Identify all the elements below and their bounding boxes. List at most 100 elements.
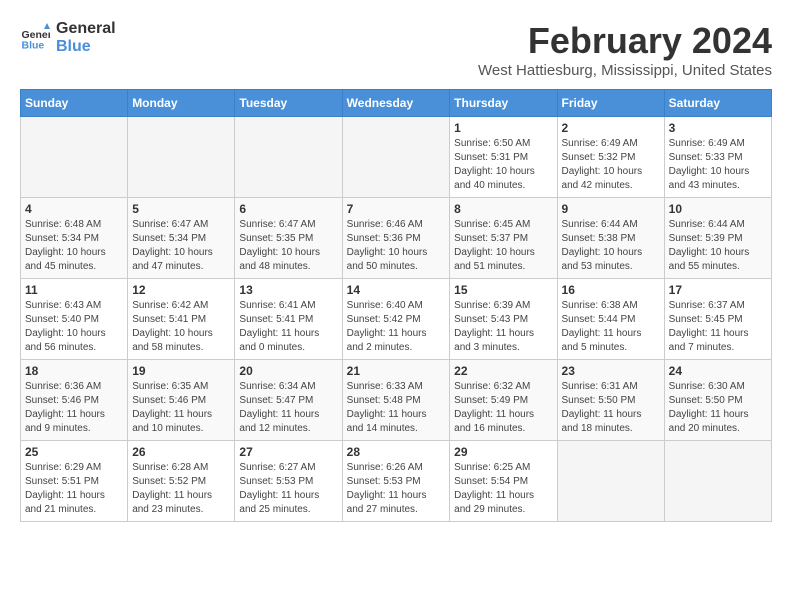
day-detail: Sunrise: 6:48 AM Sunset: 5:34 PM Dayligh… (25, 218, 123, 274)
day-number: 22 (454, 364, 552, 378)
day-detail: Sunrise: 6:28 AM Sunset: 5:52 PM Dayligh… (132, 461, 230, 517)
calendar-cell: 25 Sunrise: 6:29 AM Sunset: 5:51 PM Dayli… (21, 441, 128, 522)
calendar-cell (235, 117, 342, 198)
day-number: 20 (239, 364, 337, 378)
calendar-cell: 1 Sunrise: 6:50 AM Sunset: 5:31 PM Daylig… (450, 117, 557, 198)
day-number: 6 (239, 202, 337, 216)
day-number: 23 (562, 364, 660, 378)
calendar-cell: 5 Sunrise: 6:47 AM Sunset: 5:34 PM Daylig… (128, 198, 235, 279)
day-number: 2 (562, 121, 660, 135)
calendar-cell: 11 Sunrise: 6:43 AM Sunset: 5:40 PM Dayli… (21, 279, 128, 360)
day-number: 4 (25, 202, 123, 216)
day-number: 14 (347, 283, 446, 297)
calendar-cell: 17 Sunrise: 6:37 AM Sunset: 5:45 PM Dayli… (664, 279, 771, 360)
day-detail: Sunrise: 6:47 AM Sunset: 5:34 PM Dayligh… (132, 218, 230, 274)
day-number: 10 (669, 202, 767, 216)
day-detail: Sunrise: 6:40 AM Sunset: 5:42 PM Dayligh… (347, 299, 446, 355)
day-number: 7 (347, 202, 446, 216)
calendar-cell (557, 441, 664, 522)
calendar-cell: 24 Sunrise: 6:30 AM Sunset: 5:50 PM Dayli… (664, 360, 771, 441)
calendar-cell: 23Sunrise: 6:31 AM Sunset: 5:50 PM Dayli… (557, 360, 664, 441)
day-detail: Sunrise: 6:25 AM Sunset: 5:54 PM Dayligh… (454, 461, 552, 517)
day-detail: Sunrise: 6:38 AM Sunset: 5:44 PM Dayligh… (562, 299, 660, 355)
calendar-cell: 26Sunrise: 6:28 AM Sunset: 5:52 PM Dayli… (128, 441, 235, 522)
day-detail: Sunrise: 6:43 AM Sunset: 5:40 PM Dayligh… (25, 299, 123, 355)
calendar-week-row: 1 Sunrise: 6:50 AM Sunset: 5:31 PM Daylig… (21, 117, 772, 198)
calendar-header-day: Saturday (664, 90, 771, 117)
day-number: 13 (239, 283, 337, 297)
calendar-week-row: 25 Sunrise: 6:29 AM Sunset: 5:51 PM Dayli… (21, 441, 772, 522)
calendar-cell: 14 Sunrise: 6:40 AM Sunset: 5:42 PM Dayli… (342, 279, 450, 360)
calendar-cell: 19 Sunrise: 6:35 AM Sunset: 5:46 PM Dayli… (128, 360, 235, 441)
logo-icon: General Blue (20, 23, 50, 53)
day-detail: Sunrise: 6:30 AM Sunset: 5:50 PM Dayligh… (669, 380, 767, 436)
calendar-header-day: Thursday (450, 90, 557, 117)
logo-general: General (56, 20, 116, 38)
day-number: 29 (454, 445, 552, 459)
calendar-cell (664, 441, 771, 522)
day-number: 17 (669, 283, 767, 297)
svg-text:Blue: Blue (22, 39, 45, 51)
day-detail: Sunrise: 6:50 AM Sunset: 5:31 PM Dayligh… (454, 137, 552, 193)
calendar-cell: 21 Sunrise: 6:33 AM Sunset: 5:48 PM Dayli… (342, 360, 450, 441)
calendar-cell: 13 Sunrise: 6:41 AM Sunset: 5:41 PM Dayli… (235, 279, 342, 360)
day-detail: Sunrise: 6:49 AM Sunset: 5:32 PM Dayligh… (562, 137, 660, 193)
day-number: 16 (562, 283, 660, 297)
day-number: 8 (454, 202, 552, 216)
day-number: 18 (25, 364, 123, 378)
day-number: 21 (347, 364, 446, 378)
day-detail: Sunrise: 6:47 AM Sunset: 5:35 PM Dayligh… (239, 218, 337, 274)
calendar-cell: 9Sunrise: 6:44 AM Sunset: 5:38 PM Daylig… (557, 198, 664, 279)
day-number: 11 (25, 283, 123, 297)
calendar-cell: 18 Sunrise: 6:36 AM Sunset: 5:46 PM Dayli… (21, 360, 128, 441)
page-title: February 2024 (478, 20, 772, 62)
calendar-header-day: Monday (128, 90, 235, 117)
calendar-cell: 2 Sunrise: 6:49 AM Sunset: 5:32 PM Daylig… (557, 117, 664, 198)
day-number: 1 (454, 121, 552, 135)
day-detail: Sunrise: 6:29 AM Sunset: 5:51 PM Dayligh… (25, 461, 123, 517)
day-number: 12 (132, 283, 230, 297)
calendar-cell: 28Sunrise: 6:26 AM Sunset: 5:53 PM Dayli… (342, 441, 450, 522)
page-header: General Blue General Blue February 2024 … (20, 20, 772, 79)
day-detail: Sunrise: 6:39 AM Sunset: 5:43 PM Dayligh… (454, 299, 552, 355)
calendar-header-day: Tuesday (235, 90, 342, 117)
page-subtitle: West Hattiesburg, Mississippi, United St… (478, 62, 772, 79)
day-detail: Sunrise: 6:37 AM Sunset: 5:45 PM Dayligh… (669, 299, 767, 355)
title-block: February 2024 West Hattiesburg, Mississi… (478, 20, 772, 79)
day-detail: Sunrise: 6:41 AM Sunset: 5:41 PM Dayligh… (239, 299, 337, 355)
day-detail: Sunrise: 6:34 AM Sunset: 5:47 PM Dayligh… (239, 380, 337, 436)
day-detail: Sunrise: 6:33 AM Sunset: 5:48 PM Dayligh… (347, 380, 446, 436)
calendar-cell: 12 Sunrise: 6:42 AM Sunset: 5:41 PM Dayli… (128, 279, 235, 360)
day-detail: Sunrise: 6:45 AM Sunset: 5:37 PM Dayligh… (454, 218, 552, 274)
calendar-cell: 20 Sunrise: 6:34 AM Sunset: 5:47 PM Dayli… (235, 360, 342, 441)
day-number: 19 (132, 364, 230, 378)
calendar-cell: 27Sunrise: 6:27 AM Sunset: 5:53 PM Dayli… (235, 441, 342, 522)
calendar-cell: 22 Sunrise: 6:32 AM Sunset: 5:49 PM Dayli… (450, 360, 557, 441)
logo-blue: Blue (56, 38, 116, 56)
day-number: 24 (669, 364, 767, 378)
calendar-table: SundayMondayTuesdayWednesdayThursdayFrid… (20, 89, 772, 522)
calendar-header-row: SundayMondayTuesdayWednesdayThursdayFrid… (21, 90, 772, 117)
logo: General Blue General Blue (20, 20, 116, 55)
day-detail: Sunrise: 6:42 AM Sunset: 5:41 PM Dayligh… (132, 299, 230, 355)
calendar-cell: 15 Sunrise: 6:39 AM Sunset: 5:43 PM Dayli… (450, 279, 557, 360)
calendar-cell: 6 Sunrise: 6:47 AM Sunset: 5:35 PM Daylig… (235, 198, 342, 279)
day-number: 15 (454, 283, 552, 297)
day-detail: Sunrise: 6:26 AM Sunset: 5:53 PM Dayligh… (347, 461, 446, 517)
calendar-cell: 8 Sunrise: 6:45 AM Sunset: 5:37 PM Daylig… (450, 198, 557, 279)
day-detail: Sunrise: 6:44 AM Sunset: 5:38 PM Dayligh… (562, 218, 660, 274)
day-detail: Sunrise: 6:32 AM Sunset: 5:49 PM Dayligh… (454, 380, 552, 436)
calendar-header-day: Friday (557, 90, 664, 117)
day-number: 5 (132, 202, 230, 216)
calendar-week-row: 11 Sunrise: 6:43 AM Sunset: 5:40 PM Dayli… (21, 279, 772, 360)
day-detail: Sunrise: 6:49 AM Sunset: 5:33 PM Dayligh… (669, 137, 767, 193)
day-detail: Sunrise: 6:35 AM Sunset: 5:46 PM Dayligh… (132, 380, 230, 436)
day-number: 25 (25, 445, 123, 459)
day-number: 27 (239, 445, 337, 459)
calendar-cell: 10Sunrise: 6:44 AM Sunset: 5:39 PM Dayli… (664, 198, 771, 279)
calendar-header-day: Wednesday (342, 90, 450, 117)
calendar-week-row: 18 Sunrise: 6:36 AM Sunset: 5:46 PM Dayli… (21, 360, 772, 441)
calendar-header-day: Sunday (21, 90, 128, 117)
calendar-cell: 4 Sunrise: 6:48 AM Sunset: 5:34 PM Daylig… (21, 198, 128, 279)
day-detail: Sunrise: 6:36 AM Sunset: 5:46 PM Dayligh… (25, 380, 123, 436)
